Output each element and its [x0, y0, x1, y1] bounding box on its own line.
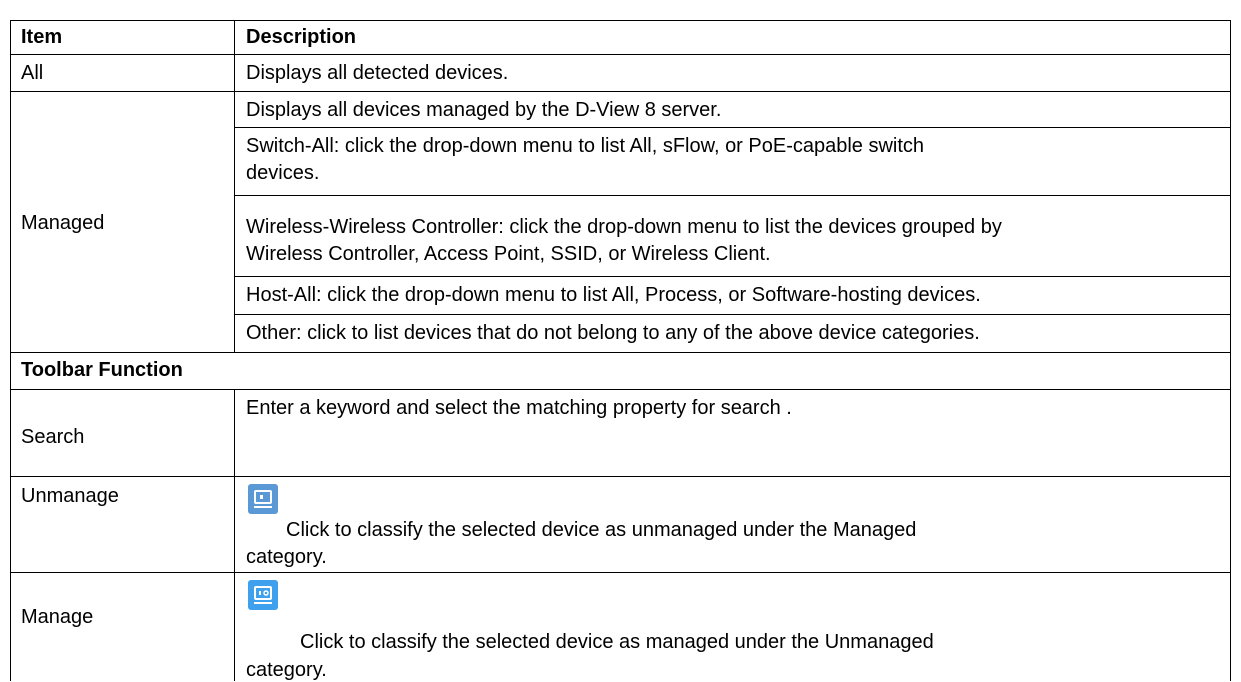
toolbar-item-manage: Manage — [21, 606, 94, 628]
row-divider — [10, 91, 1231, 92]
manage-description: category. — [246, 659, 327, 681]
toolbar-item-search: Search — [21, 426, 85, 448]
search-description: Enter a keyword and select the matching … — [246, 397, 792, 419]
sub-row-divider — [235, 314, 1231, 315]
switch-all-description: devices. — [246, 162, 320, 184]
sub-row-divider — [235, 276, 1231, 277]
unmanage-icon — [248, 484, 278, 514]
row-divider — [10, 352, 1231, 353]
column-divider — [234, 20, 235, 353]
header-item: Item — [21, 26, 63, 48]
row-divider — [10, 389, 1231, 390]
switch-all-description: Switch-All: click the drop-down menu to … — [246, 135, 925, 157]
column-divider — [234, 389, 235, 681]
device-list-table: Item Description All Displays all detect… — [0, 0, 1241, 681]
row-item-managed: Managed — [21, 212, 105, 234]
table-border-right — [1230, 20, 1231, 681]
manage-icon — [254, 586, 272, 604]
sub-row-divider — [235, 127, 1231, 128]
row-divider — [10, 54, 1231, 55]
toolbar-item-unmanage: Unmanage — [21, 485, 119, 507]
unmanage-description: category. — [246, 546, 327, 568]
managed-description: Displays all devices managed by the D-Vi… — [246, 99, 722, 121]
row-description-all: Displays all detected devices. — [246, 62, 509, 84]
manage-icon — [248, 580, 278, 610]
unmanage-description: Click to classify the selected device as… — [286, 519, 917, 541]
wireless-description: Wireless-Wireless Controller: click the … — [246, 216, 1002, 238]
row-divider — [10, 476, 1231, 477]
manage-description: Click to classify the selected device as… — [300, 631, 934, 653]
toolbar-section-title: Toolbar Function — [21, 359, 183, 381]
other-description: Other: click to list devices that do not… — [246, 322, 980, 344]
wireless-description: Wireless Controller, Access Point, SSID,… — [246, 243, 771, 265]
row-item-all: All — [21, 62, 44, 84]
table-border-top — [10, 20, 1231, 21]
unmanage-icon — [254, 490, 272, 508]
header-description: Description — [246, 26, 357, 48]
host-all-description: Host-All: click the drop-down menu to li… — [246, 284, 981, 306]
sub-row-divider — [235, 195, 1231, 196]
table-border-left — [10, 20, 11, 681]
row-divider — [10, 572, 1231, 573]
